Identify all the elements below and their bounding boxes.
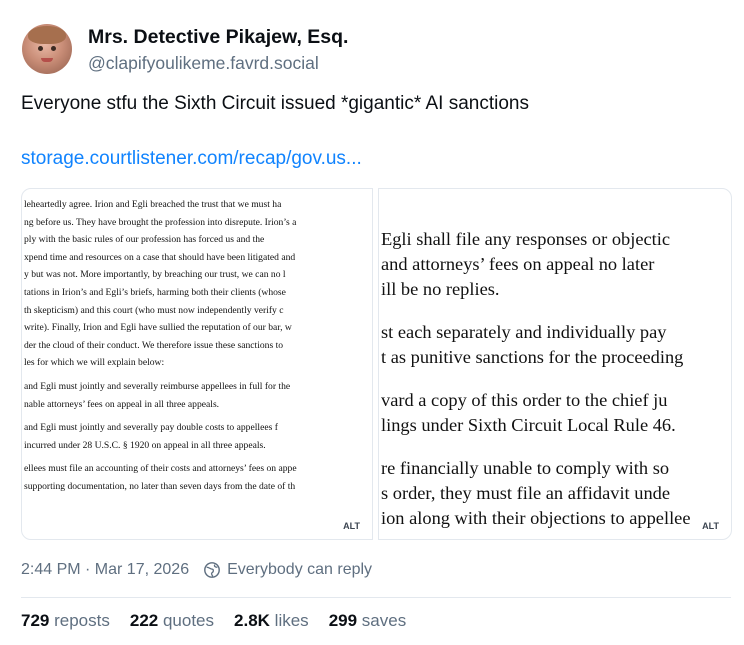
document-text: Egli shall file any responses or objecti… — [381, 227, 691, 531]
document-line: nable attorneys’ fees on appeal in all t… — [24, 398, 220, 410]
post-link[interactable]: storage.courtlistener.com/recap/gov.us..… — [21, 148, 362, 170]
document-line: and attorneys’ fees on appeal no later — [381, 254, 655, 274]
post-text: Everyone stfu the Sixth Circuit issued *… — [21, 93, 529, 114]
document-line: re financially unable to comply with so — [381, 458, 670, 478]
document-line: incurred under 28 U.S.C. § 1920 on appea… — [24, 439, 266, 451]
document-text: leheartedly agree. Irion and Egli breach… — [24, 196, 297, 496]
image-left[interactable]: leheartedly agree. Irion and Egli breach… — [21, 188, 373, 540]
globe-icon — [204, 562, 221, 578]
likes-stat[interactable]: 2.8K likes — [234, 611, 309, 631]
alt-badge[interactable]: ALT — [337, 519, 366, 533]
author-display-name[interactable]: Mrs. Detective Pikajew, Esq. — [88, 26, 348, 49]
document-line: les for which we will explain below: — [24, 357, 165, 369]
post-card: Mrs. Detective Pikajew, Esq. @clapifyoul… — [0, 0, 744, 645]
document-line: st each separately and individually pay — [381, 322, 667, 342]
document-line: ill be no replies. — [381, 279, 500, 299]
document-line: ply with the basic rules of our professi… — [24, 234, 265, 246]
divider — [21, 597, 731, 598]
document-line: and Egli must jointly and severally reim… — [24, 380, 291, 392]
document-line: ellees must file an accounting of their … — [24, 463, 297, 475]
document-line: write). Finally, Irion and Egli have sul… — [24, 322, 292, 334]
document-line: vard a copy of this order to the chief j… — [381, 390, 668, 410]
author-handle[interactable]: @clapifyoulikeme.favrd.social — [88, 53, 319, 74]
reply-setting[interactable]: Everybody can reply — [227, 561, 372, 579]
engagement-stats: 729 reposts 222 quotes 2.8K likes 299 sa… — [21, 611, 426, 631]
image-right[interactable]: Egli shall file any responses or objecti… — [378, 188, 732, 540]
document-line: s order, they must file an affidavit und… — [381, 483, 671, 503]
saves-stat[interactable]: 299 saves — [329, 611, 407, 631]
document-line: th skepticism) and this court (who must … — [24, 304, 284, 316]
document-line: tations in Irion’s and Egli’s briefs, ha… — [24, 286, 286, 298]
document-line: t as punitive sanctions for the proceedi… — [381, 347, 684, 367]
timestamp[interactable]: 2:44 PM · Mar 17, 2026 — [21, 561, 189, 579]
document-line: y but was not. More importantly, by brea… — [24, 269, 286, 281]
document-line: and Egli must jointly and severally pay … — [24, 422, 278, 434]
quotes-stat[interactable]: 222 quotes — [130, 611, 214, 631]
document-line: Egli shall file any responses or objecti… — [381, 229, 671, 249]
document-line: supporting documentation, no later than … — [24, 480, 296, 492]
document-line: ng before us. They have brought the prof… — [24, 216, 297, 228]
document-line: xpend time and resources on a case that … — [24, 251, 296, 263]
document-line: leheartedly agree. Irion and Egli breach… — [24, 199, 282, 210]
alt-badge[interactable]: ALT — [696, 519, 725, 533]
post-meta: 2:44 PM · Mar 17, 2026 Everybody can rep… — [21, 561, 372, 579]
document-line: der the cloud of their conduct. We there… — [24, 339, 284, 351]
reposts-stat[interactable]: 729 reposts — [21, 611, 110, 631]
document-line: ion along with their objections to appel… — [381, 508, 691, 528]
avatar[interactable] — [22, 24, 72, 74]
document-line: lings under Sixth Circuit Local Rule 46. — [381, 415, 676, 435]
